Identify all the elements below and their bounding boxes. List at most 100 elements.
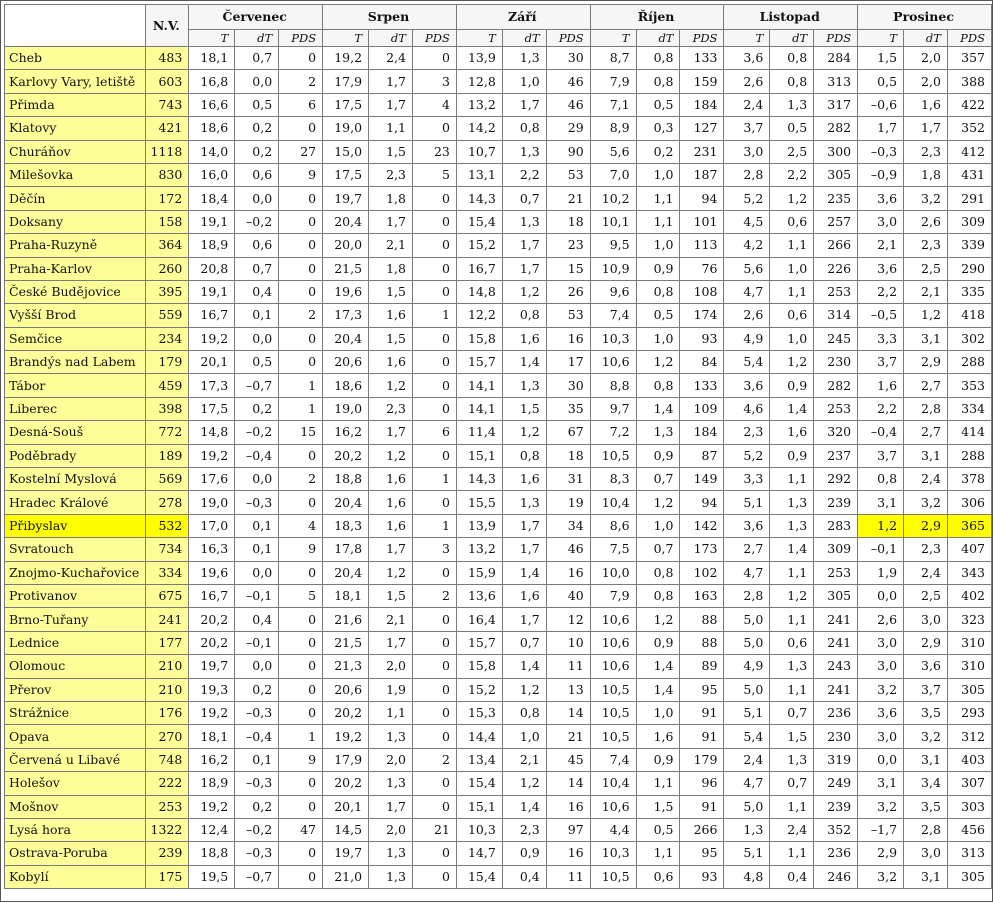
value-cell-pds: 6: [278, 92, 324, 118]
value-cell-dt: 0,2: [234, 794, 280, 819]
station-altitude: 603: [145, 69, 190, 94]
value-cell-dt: 0,2: [635, 139, 681, 164]
value-cell-t: 21,0: [322, 864, 370, 890]
value-cell-dt: 0,1: [234, 303, 280, 328]
value-cell-pds: 352: [946, 116, 993, 141]
value-cell-t: 5,6: [723, 256, 771, 281]
value-cell-t: 3,3: [723, 467, 771, 492]
value-cell-pds: 403: [946, 747, 993, 773]
value-cell-dt: 2,9: [903, 513, 948, 539]
value-cell-dt: 2,1: [368, 233, 413, 258]
value-cell-pds: 21: [411, 817, 457, 843]
value-cell-dt: 3,2: [903, 724, 948, 749]
value-cell-dt: 1,3: [501, 490, 547, 515]
value-cell-t: 15,4: [455, 209, 503, 235]
value-cell-dt: 1,7: [501, 92, 547, 118]
table-row: Brandýs nad Labem 179 20,1 0,5 0 20,6 1,6 0 15,7…: [3, 350, 993, 375]
value-cell-dt: 1,6: [368, 490, 413, 515]
value-cell-pds: 27: [278, 139, 324, 164]
table-row: Milešovka 830 16,0 0,6 9 17,5 2,3 5 13,1 2,2 53 7,0…: [3, 162, 993, 188]
value-cell-dt: 1,2: [769, 583, 815, 609]
station-name: Červená u Libavé: [3, 747, 147, 773]
value-cell-pds: 21: [545, 724, 591, 749]
value-cell-pds: 305: [813, 583, 859, 609]
station-altitude: 210: [145, 677, 190, 702]
value-cell-pds: 231: [679, 139, 725, 164]
value-cell-pds: 266: [679, 817, 725, 843]
value-cell-t: 12,4: [188, 817, 236, 843]
value-cell-dt: 0,5: [635, 303, 681, 328]
value-cell-dt: 0,0: [234, 326, 280, 352]
station-altitude: 743: [145, 92, 190, 118]
value-cell-dt: 1,7: [368, 537, 413, 562]
value-cell-dt: 0,8: [769, 45, 815, 71]
value-cell-pds: 76: [679, 256, 725, 281]
station-name: Lednice: [3, 630, 147, 656]
value-cell-dt: 0,6: [234, 162, 280, 188]
value-cell-dt: 0,9: [769, 373, 815, 398]
value-cell-dt: 1,4: [635, 396, 681, 422]
value-cell-t: 10,3: [589, 326, 637, 352]
value-cell-t: 7,9: [589, 583, 637, 609]
value-cell-pds: 0: [278, 45, 324, 71]
value-cell-dt: 1,3: [368, 841, 413, 866]
value-cell-pds: 253: [813, 279, 859, 305]
value-cell-pds: 378: [946, 467, 993, 492]
value-cell-t: 13,4: [455, 747, 503, 773]
value-cell-pds: 243: [813, 654, 859, 679]
station-name: Brandýs nad Labem: [3, 350, 147, 375]
value-cell-t: 14,2: [455, 116, 503, 141]
value-cell-dt: 3,1: [903, 747, 948, 773]
value-cell-pds: 0: [411, 396, 457, 422]
value-cell-pds: 142: [679, 513, 725, 539]
value-cell-pds: 23: [545, 233, 591, 258]
value-cell-dt: 1,2: [368, 443, 413, 469]
station-name: Mošnov: [3, 794, 147, 819]
table-row: Kostelní Myslová 569 17,6 0,0 2 18,8 1,6 1 14,3 1…: [3, 467, 993, 492]
value-cell-pds: 0: [278, 186, 324, 211]
station-name: Karlovy Vary, letiště: [3, 69, 147, 94]
value-cell-pds: 283: [813, 513, 859, 539]
sub-header-t-label: T: [455, 29, 503, 47]
value-cell-pds: 1: [411, 303, 457, 328]
station-altitude: 179: [145, 350, 190, 375]
value-cell-pds: 402: [946, 583, 993, 609]
sub-header-pds-label: PDS: [411, 29, 457, 47]
value-cell-dt: 1,1: [769, 279, 815, 305]
value-cell-dt: 1,3: [501, 373, 547, 398]
value-cell-pds: 2: [278, 303, 324, 328]
value-cell-t: 10,0: [589, 560, 637, 585]
value-cell-t: 4,7: [723, 560, 771, 585]
sub-header-t-label: T: [589, 29, 637, 47]
value-cell-t: –0,3: [857, 139, 905, 164]
value-cell-dt: 3,0: [903, 841, 948, 866]
value-cell-dt: 1,6: [903, 92, 948, 118]
sub-header-pds-label: PDS: [946, 29, 993, 47]
value-cell-t: 14,0: [188, 139, 236, 164]
value-cell-t: 1,5: [857, 45, 905, 71]
value-cell-t: 16,8: [188, 69, 236, 94]
value-cell-pds: 305: [946, 864, 993, 890]
value-cell-dt: 2,7: [903, 420, 948, 445]
table-row: Poděbrady 189 19,2 –0,4 0 20,2 1,2 0 15,1 0,8 18 10…: [3, 443, 993, 469]
sub-header-dt-label: dT: [769, 29, 815, 47]
value-cell-dt: –0,1: [234, 583, 280, 609]
value-cell-pds: 0: [278, 794, 324, 819]
value-cell-t: –0,1: [857, 537, 905, 562]
value-cell-dt: –0,1: [234, 630, 280, 656]
table-row: Vyšší Brod 559 16,7 0,1 2 17,3 1,6 1 12,2 0,8 53 7,…: [3, 303, 993, 328]
value-cell-pds: 149: [679, 467, 725, 492]
value-cell-dt: 1,8: [903, 162, 948, 188]
station-altitude: 239: [145, 841, 190, 866]
value-cell-t: 19,7: [188, 654, 236, 679]
value-cell-t: 19,3: [188, 677, 236, 702]
value-cell-dt: 1,2: [769, 350, 815, 375]
value-cell-dt: 1,7: [501, 513, 547, 539]
value-cell-pds: 88: [679, 630, 725, 656]
value-cell-pds: 249: [813, 771, 859, 796]
sub-header-t-label: T: [322, 29, 370, 47]
sub-header-pds-label: PDS: [278, 29, 324, 47]
value-cell-t: 5,1: [723, 490, 771, 515]
value-cell-t: 15,2: [455, 677, 503, 702]
value-cell-t: 17,3: [188, 373, 236, 398]
